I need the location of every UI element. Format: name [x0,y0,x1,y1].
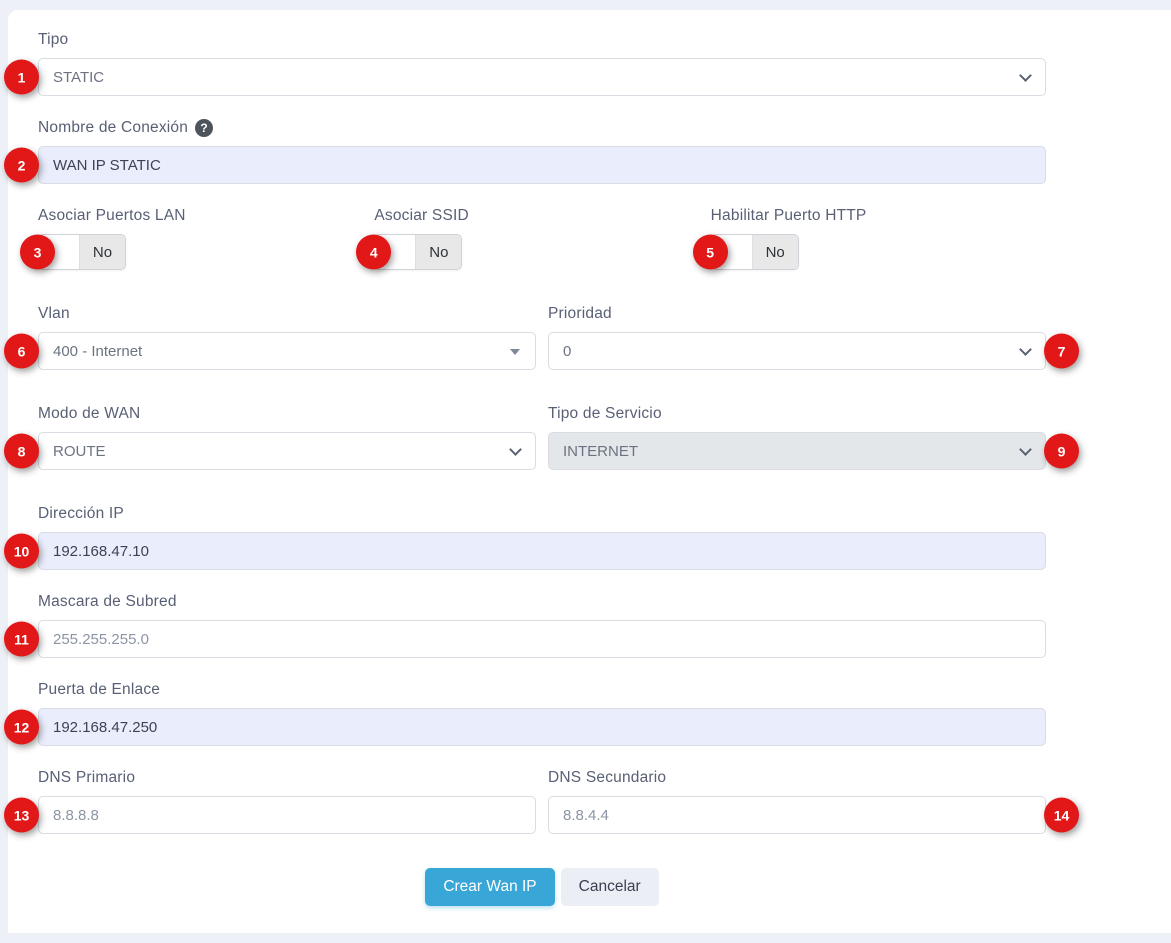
nombre-label: Nombre de Conexión ? [38,119,1046,137]
vlan-select[interactable]: 400 - Internet [38,332,536,370]
prioridad-select-value: 0 [563,343,571,360]
group-toggle-lan: Asociar Puertos LAN 3 No [38,207,373,270]
toggle-http-label: Habilitar Puerto HTTP [711,207,1046,225]
mascara-subred-label: Mascara de Subred [38,593,1046,611]
group-direccion-ip: Dirección IP 10 [38,505,1046,570]
form-actions: Crear Wan IP Cancelar [38,868,1046,906]
modo-wan-label: Modo de WAN [38,405,536,423]
group-dns-secundario: DNS Secundario 14 [548,769,1046,834]
tipo-servicio-label: Tipo de Servicio [548,405,1046,423]
puerta-enlace-input[interactable] [38,708,1046,746]
badge-nombre: 2 [4,148,39,183]
group-dns-primario: DNS Primario 13 [38,769,536,834]
group-tipo: Tipo 1 STATIC [38,31,1046,96]
nombre-conexion-input[interactable] [38,146,1046,184]
badge-puerta-enlace: 12 [4,710,39,745]
tipo-select-value: STATIC [53,69,104,86]
group-tipo-servicio: Tipo de Servicio INTERNET 9 [548,405,1046,470]
badge-toggle-http: 5 [693,235,728,270]
mascara-subred-input[interactable] [38,620,1046,658]
badge-dns-primario: 13 [4,798,39,833]
prioridad-select[interactable]: 0 [548,332,1046,370]
crear-wan-ip-button[interactable]: Crear Wan IP [425,868,554,906]
group-vlan: Vlan 6 400 - Internet [38,305,536,370]
toggle-lan-label: Asociar Puertos LAN [38,207,373,225]
modo-wan-select[interactable]: ROUTE [38,432,536,470]
row-modo-servicio: Modo de WAN 8 ROUTE Tipo de Servicio INT… [38,405,1046,470]
row-dns: DNS Primario 13 DNS Secundario 14 [38,769,1046,834]
tipo-servicio-select: INTERNET [548,432,1046,470]
nombre-label-text: Nombre de Conexión [38,119,188,137]
toggle-ssid-label: Asociar SSID [374,207,709,225]
badge-prioridad: 7 [1044,334,1079,369]
badge-modo-wan: 8 [4,434,39,469]
badge-tipo: 1 [4,60,39,95]
badge-tipo-servicio: 9 [1044,434,1079,469]
toggle-state-label: No [416,235,461,269]
row-vlan-prioridad: Vlan 6 400 - Internet Prioridad 0 7 [38,305,1046,370]
prioridad-label: Prioridad [548,305,1046,323]
modo-wan-select-value: ROUTE [53,443,106,460]
badge-toggle-lan: 3 [20,235,55,270]
vlan-label: Vlan [38,305,536,323]
group-nombre: Nombre de Conexión ? 2 [38,119,1046,184]
badge-vlan: 6 [4,334,39,369]
direccion-ip-input[interactable] [38,532,1046,570]
cancelar-button[interactable]: Cancelar [561,868,659,906]
tipo-servicio-select-value: INTERNET [563,443,638,460]
group-toggle-http: Habilitar Puerto HTTP 5 No [711,207,1046,270]
group-modo-wan: Modo de WAN 8 ROUTE [38,405,536,470]
group-puerta-enlace: Puerta de Enlace 12 [38,681,1046,746]
tipo-select[interactable]: STATIC [38,58,1046,96]
wan-form-card: Tipo 1 STATIC Nombre de Conexión ? 2 Aso… [8,10,1171,933]
vlan-select-value: 400 - Internet [53,343,142,360]
toggle-state-label: No [80,235,125,269]
badge-mascara-subred: 11 [4,622,39,657]
direccion-ip-label: Dirección IP [38,505,1046,523]
dns-secundario-input[interactable] [548,796,1046,834]
question-circle-icon[interactable]: ? [195,119,213,137]
dns-secundario-label: DNS Secundario [548,769,1046,787]
badge-direccion-ip: 10 [4,534,39,569]
badge-toggle-ssid: 4 [356,235,391,270]
dns-primario-label: DNS Primario [38,769,536,787]
badge-dns-secundario: 14 [1044,798,1079,833]
group-prioridad: Prioridad 0 7 [548,305,1046,370]
toggles-row: Asociar Puertos LAN 3 No Asociar SSID 4 … [38,207,1046,270]
toggle-state-label: No [753,235,798,269]
group-mascara-subred: Mascara de Subred 11 [38,593,1046,658]
group-toggle-ssid: Asociar SSID 4 No [374,207,709,270]
puerta-enlace-label: Puerta de Enlace [38,681,1046,699]
tipo-label: Tipo [38,31,1046,49]
dns-primario-input[interactable] [38,796,536,834]
